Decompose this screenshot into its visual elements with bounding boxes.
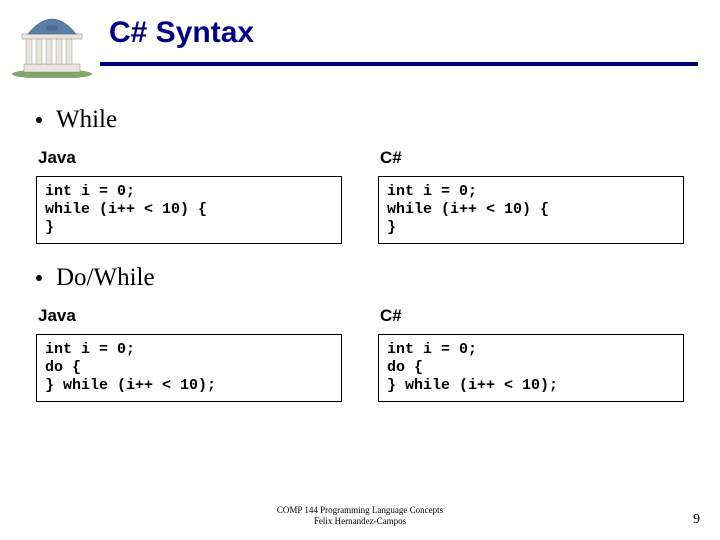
dome-icon [10,8,95,78]
bullet-dowhile: Do/While [36,264,690,292]
dowhile-java-col: Java int i = 0; do { } while (i++ < 10); [36,306,342,402]
page-number: 9 [693,512,700,528]
slide-content: While Java int i = 0; while (i++ < 10) {… [0,78,720,402]
code-block: int i = 0; while (i++ < 10) { } [378,176,684,244]
header-rule [100,62,698,66]
dowhile-csharp-col: C# int i = 0; do { } while (i++ < 10); [378,306,684,402]
bullet-dot-icon [36,275,42,281]
while-csharp-col: C# int i = 0; while (i++ < 10) { } [378,148,684,244]
bullet-dot-icon [36,117,42,123]
while-java-col: Java int i = 0; while (i++ < 10) { } [36,148,342,244]
dowhile-columns: Java int i = 0; do { } while (i++ < 10);… [30,306,690,402]
bullet-text: Do/While [56,264,155,292]
footer-line: COMP 144 Programming Language Concepts [0,505,720,515]
lang-label: Java [38,306,342,326]
slide-title: C# Syntax [95,8,254,50]
slide-footer: COMP 144 Programming Language Concepts F… [0,505,720,526]
while-columns: Java int i = 0; while (i++ < 10) { } C# … [30,148,690,244]
lang-label: C# [380,148,684,168]
footer-line: Felix Hernandez-Campos [0,516,720,526]
bullet-while: While [36,106,690,134]
code-block: int i = 0; do { } while (i++ < 10); [36,334,342,402]
bullet-text: While [56,106,117,134]
code-block: int i = 0; do { } while (i++ < 10); [378,334,684,402]
code-block: int i = 0; while (i++ < 10) { } [36,176,342,244]
slide: C# Syntax While Java int i = 0; while (i… [0,0,720,540]
slide-header: C# Syntax [0,0,720,78]
lang-label: Java [38,148,342,168]
lang-label: C# [380,306,684,326]
